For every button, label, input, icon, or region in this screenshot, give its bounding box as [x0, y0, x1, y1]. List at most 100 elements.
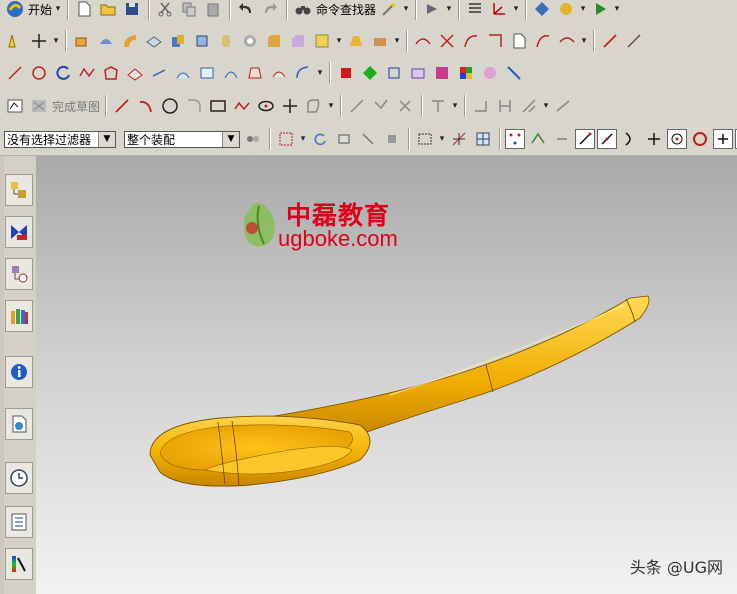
open-folder-icon[interactable] [97, 0, 119, 20]
play-dropdown-icon[interactable]: ▾ [613, 4, 621, 14]
curve-split-icon[interactable] [436, 30, 458, 52]
sketch-pencil-icon[interactable] [4, 30, 26, 52]
system-materials-tab[interactable] [5, 506, 33, 538]
info-history-tab[interactable] [5, 356, 33, 388]
constraint-icon[interactable] [470, 95, 492, 117]
face-analysis-icon[interactable] [431, 62, 453, 84]
curve-trim-icon[interactable] [412, 30, 434, 52]
mid-point-snap-icon[interactable] [597, 129, 617, 149]
static-wireframe-icon[interactable] [407, 62, 429, 84]
display-mode-icon[interactable] [531, 0, 553, 20]
wand-dropdown-icon[interactable]: ▾ [402, 4, 410, 14]
select-body-icon[interactable] [333, 128, 355, 150]
trim-body-icon[interactable] [369, 30, 391, 52]
surface-grid-icon[interactable] [124, 62, 146, 84]
part-navigator-tab[interactable] [5, 258, 33, 290]
copy-icon[interactable] [178, 0, 200, 20]
make-corner-icon[interactable] [394, 95, 416, 117]
boolean-icon[interactable] [167, 30, 189, 52]
blend-icon[interactable] [263, 30, 285, 52]
point-dropdown-icon[interactable]: ▾ [52, 36, 60, 46]
quadrant-snap-icon[interactable] [689, 128, 711, 150]
line-tool-icon[interactable] [599, 30, 621, 52]
select-all-icon[interactable] [275, 128, 297, 150]
trim-dropdown-icon[interactable]: ▾ [393, 36, 401, 46]
redo-icon[interactable] [259, 0, 281, 20]
circle-icon[interactable] [159, 95, 181, 117]
surface-dropdown-icon[interactable]: ▾ [316, 68, 324, 78]
chevron-down-icon[interactable]: ▼ [98, 131, 115, 147]
rectangle-icon[interactable] [207, 95, 229, 117]
finish-sketch-label[interactable]: 完成草图 [52, 98, 100, 115]
list-icon[interactable] [464, 0, 486, 20]
curve-dropdown-icon[interactable]: ▾ [580, 36, 588, 46]
rect-select-dropdown-icon[interactable]: ▾ [438, 134, 446, 144]
helix-icon[interactable] [52, 62, 74, 84]
dimension-icon[interactable] [494, 95, 516, 117]
draft-icon[interactable] [345, 30, 367, 52]
curve-mesh-icon[interactable] [196, 62, 218, 84]
profile-line-icon[interactable] [111, 95, 133, 117]
shell-dropdown-icon[interactable]: ▾ [335, 36, 343, 46]
paste-icon[interactable] [202, 0, 224, 20]
document-curve-icon[interactable] [508, 30, 530, 52]
point-plus-icon[interactable] [28, 30, 50, 52]
new-file-icon[interactable] [73, 0, 95, 20]
polygon-icon[interactable] [100, 62, 122, 84]
studio-spline-icon[interactable] [76, 62, 98, 84]
reuse-library-tab[interactable] [5, 300, 33, 332]
shaded-icon[interactable] [335, 62, 357, 84]
roles-tab[interactable] [5, 548, 33, 580]
ellipse-icon[interactable] [255, 95, 277, 117]
block-icon[interactable] [191, 30, 213, 52]
snap-dropdown-icon[interactable] [551, 128, 573, 150]
diamond-green-icon[interactable] [359, 62, 381, 84]
finish-sketch-icon[interactable] [28, 95, 50, 117]
assembly-navigator-tab[interactable] [5, 174, 33, 206]
select-dropdown-icon[interactable]: ▾ [299, 134, 307, 144]
select-feature-icon[interactable] [357, 128, 379, 150]
ruled-icon[interactable] [148, 62, 170, 84]
measure-icon[interactable] [503, 62, 525, 84]
shell-icon[interactable] [311, 30, 333, 52]
magic-wand-icon[interactable] [378, 0, 400, 20]
snap-options-icon[interactable] [527, 128, 549, 150]
filter-settings-icon[interactable] [242, 128, 264, 150]
sketch-relation-icon[interactable] [552, 95, 574, 117]
styled-blend-icon[interactable] [292, 62, 314, 84]
rectangle-select-icon[interactable] [414, 128, 436, 150]
quick-extend-icon[interactable] [370, 95, 392, 117]
curve-extend-icon[interactable] [460, 30, 482, 52]
basic-line-icon[interactable] [4, 62, 26, 84]
n-sided-icon[interactable] [244, 62, 266, 84]
cut-icon[interactable] [154, 0, 176, 20]
wcs-axes-icon[interactable] [488, 0, 510, 20]
reset-filter-icon[interactable] [309, 128, 331, 150]
bridge-curve-icon[interactable] [556, 30, 578, 52]
web-browser-tab[interactable] [5, 408, 33, 440]
constraints-dropdown-icon[interactable]: ▾ [542, 101, 550, 111]
wcs-dropdown-icon[interactable]: ▾ [512, 4, 520, 14]
corner-icon[interactable] [484, 30, 506, 52]
hole-icon[interactable] [239, 30, 261, 52]
more-curves-icon[interactable] [623, 30, 645, 52]
analysis-dropdown-icon[interactable]: ▾ [579, 4, 587, 14]
sketch-arc-icon[interactable] [135, 95, 157, 117]
snap-grid-icon[interactable] [448, 128, 470, 150]
color-grid-icon[interactable] [455, 62, 477, 84]
show-constraints-icon[interactable] [518, 95, 540, 117]
binoculars-icon[interactable] [292, 0, 314, 20]
studio-surface-icon[interactable] [268, 62, 290, 84]
sweep-surface-icon[interactable] [220, 62, 242, 84]
existing-point-snap-icon[interactable] [713, 129, 733, 149]
revolve-icon[interactable] [95, 30, 117, 52]
orient-dropdown-icon[interactable]: ▾ [445, 4, 453, 14]
undo-icon[interactable] [235, 0, 257, 20]
arc-center-snap-icon[interactable] [667, 129, 687, 149]
end-point-snap-icon[interactable] [575, 129, 595, 149]
start-menu-label[interactable]: 开始 [28, 1, 52, 18]
sketch-icon[interactable] [4, 95, 26, 117]
chevron-down-icon[interactable]: ▼ [222, 131, 239, 147]
start-icon[interactable] [4, 0, 26, 20]
start-dropdown-icon[interactable]: ▾ [54, 4, 62, 14]
